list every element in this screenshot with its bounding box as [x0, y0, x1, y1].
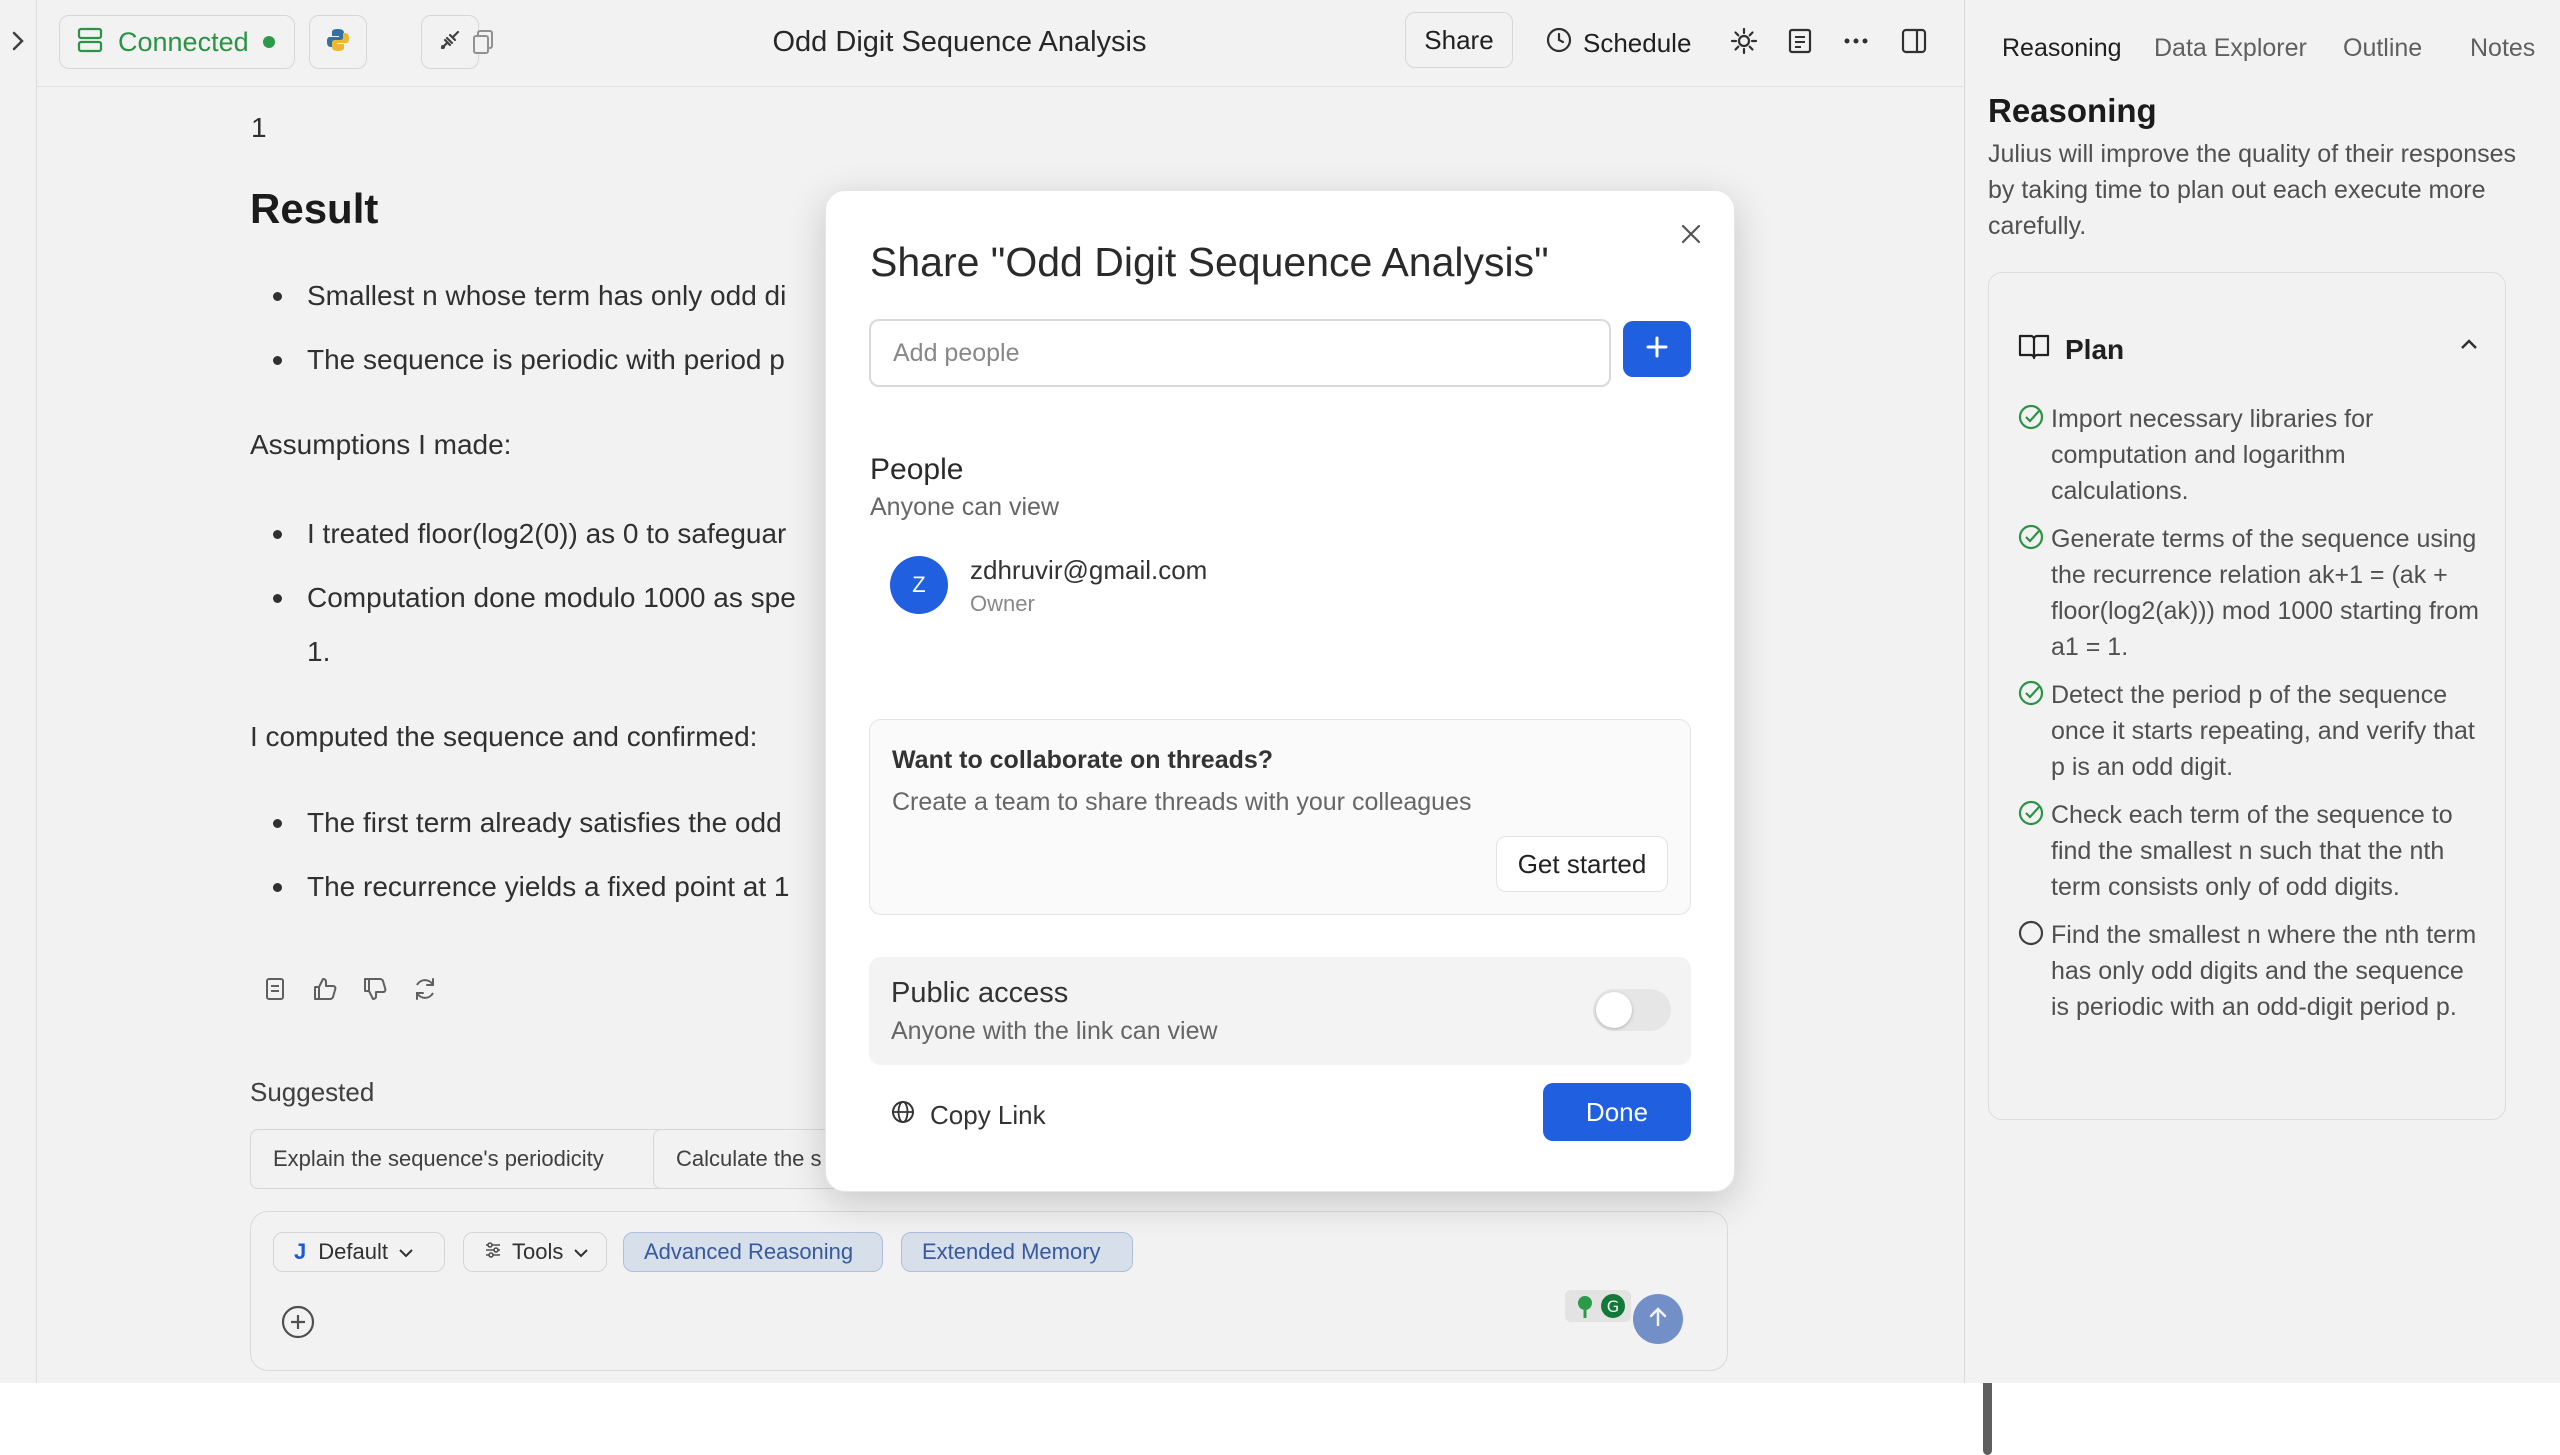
member-email: zdhruvir@gmail.com — [970, 555, 1208, 585]
collaborate-title: Want to collaborate on threads? — [892, 746, 1274, 774]
people-permission: Anyone can view — [870, 493, 1060, 521]
copy-link-button[interactable]: Copy Link — [890, 1099, 1046, 1132]
avatar: Z — [890, 556, 948, 614]
close-icon[interactable] — [1678, 221, 1704, 252]
share-dialog-title: Share "Odd Digit Sequence Analysis" — [870, 239, 1549, 285]
globe-icon — [890, 1099, 916, 1132]
done-button[interactable]: Done — [1543, 1083, 1691, 1141]
public-access-toggle[interactable] — [1593, 989, 1671, 1031]
copy-link-label: Copy Link — [930, 1100, 1046, 1130]
public-access-subtitle: Anyone with the link can view — [891, 1017, 1218, 1045]
add-people-input[interactable] — [869, 319, 1611, 387]
public-access-title: Public access — [891, 977, 1069, 1009]
share-dialog: Share "Odd Digit Sequence Analysis" Peop… — [825, 190, 1735, 1192]
toggle-knob — [1596, 992, 1632, 1028]
member-role: Owner — [970, 591, 1035, 616]
plus-icon — [1643, 333, 1671, 366]
people-heading: People — [870, 453, 964, 486]
add-people-button[interactable] — [1623, 321, 1691, 377]
public-access-section: Public access Anyone with the link can v… — [869, 957, 1691, 1065]
get-started-button[interactable]: Get started — [1496, 836, 1668, 892]
collaborate-card: Want to collaborate on threads? Create a… — [869, 719, 1691, 915]
collaborate-subtitle: Create a team to share threads with your… — [892, 788, 1472, 816]
